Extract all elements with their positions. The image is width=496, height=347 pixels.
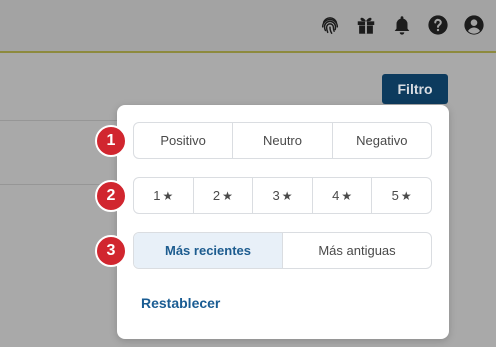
rating-value: 5 bbox=[391, 188, 399, 203]
rating-2-option[interactable]: 2 ★ bbox=[192, 178, 253, 213]
sort-oldest-option[interactable]: Más antiguas bbox=[282, 233, 431, 268]
reset-link[interactable]: Restablecer bbox=[141, 295, 220, 311]
star-icon: ★ bbox=[400, 188, 412, 203]
top-icons bbox=[318, 13, 486, 37]
star-icon: ★ bbox=[281, 188, 293, 203]
fingerprint-icon[interactable] bbox=[318, 13, 342, 37]
rating-1-option[interactable]: 1 ★ bbox=[134, 178, 193, 213]
sort-filter: Más recientes Más antiguas bbox=[133, 232, 432, 269]
divider bbox=[0, 120, 120, 121]
rating-value: 1 bbox=[153, 188, 161, 203]
rating-3-option[interactable]: 3 ★ bbox=[252, 178, 312, 213]
rating-value: 4 bbox=[332, 188, 340, 203]
step-badge-3: 3 bbox=[95, 235, 127, 267]
star-icon: ★ bbox=[341, 188, 353, 203]
rating-filter: 1 ★ 2 ★ 3 ★ 4 ★ 5 ★ bbox=[133, 177, 432, 214]
step-badge-2: 2 bbox=[95, 180, 127, 212]
star-icon: ★ bbox=[222, 188, 233, 203]
gift-icon[interactable] bbox=[354, 13, 378, 37]
rating-4-option[interactable]: 4 ★ bbox=[311, 178, 372, 213]
help-icon[interactable] bbox=[426, 13, 450, 37]
account-icon[interactable] bbox=[462, 13, 486, 37]
rating-value: 2 bbox=[212, 188, 221, 203]
sentiment-negative-option[interactable]: Negativo bbox=[331, 123, 431, 158]
sentiment-neutral-option[interactable]: Neutro bbox=[232, 123, 331, 158]
filter-button[interactable]: Filtro bbox=[382, 74, 448, 104]
sort-newest-option[interactable]: Más recientes bbox=[134, 233, 282, 268]
step-badge-1: 1 bbox=[95, 125, 127, 157]
rating-5-option[interactable]: 5 ★ bbox=[371, 178, 431, 213]
star-icon: ★ bbox=[162, 188, 174, 203]
rating-value: 3 bbox=[272, 188, 280, 203]
bell-icon[interactable] bbox=[390, 13, 414, 37]
sentiment-filter: Positivo Neutro Negativo bbox=[133, 122, 432, 159]
top-bar bbox=[0, 0, 496, 53]
sentiment-positive-option[interactable]: Positivo bbox=[134, 123, 232, 158]
